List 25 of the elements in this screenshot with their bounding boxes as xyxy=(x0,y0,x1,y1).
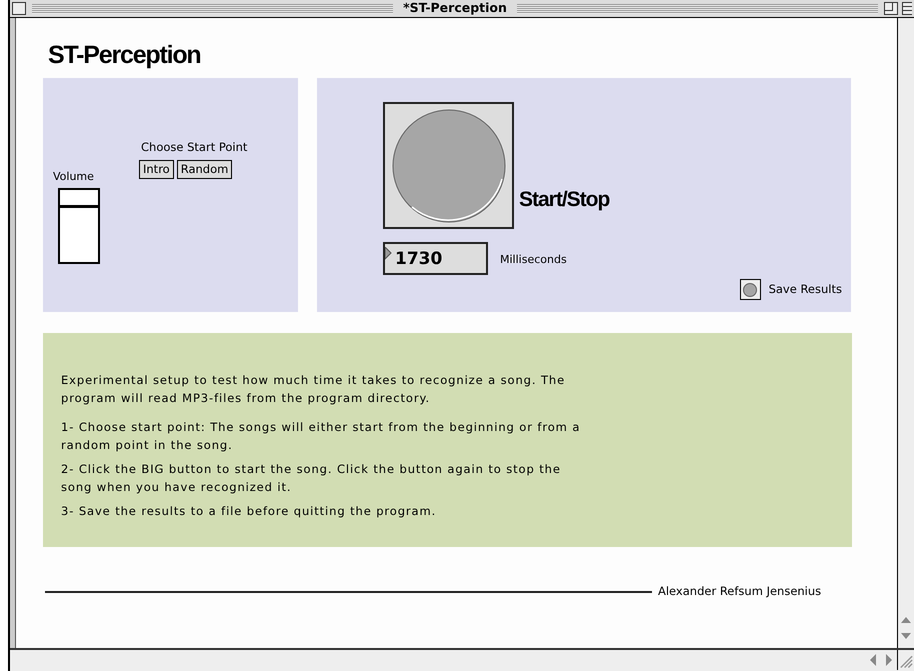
start-point-button[interactable]: Random xyxy=(176,160,232,180)
instruction-step: 3- Save the results to a file before quitting the program. xyxy=(61,502,586,520)
round-button-icon xyxy=(392,108,506,222)
close-box-icon[interactable] xyxy=(12,2,26,15)
author-name: Alexander Refsum Jensenius xyxy=(658,583,822,600)
intro-paragraph: Experimental setup to test how much time it takes to recognize a song. The program will read MP3-files from the program directory. xyxy=(61,372,566,407)
save-results-label: Save Results xyxy=(768,280,842,298)
volume-slider[interactable] xyxy=(58,188,100,264)
collapse-box-icon[interactable] xyxy=(902,2,912,15)
triangle-icon xyxy=(385,247,392,260)
volume-label: Volume xyxy=(53,169,95,185)
start-point-button[interactable]: Intro xyxy=(139,160,174,180)
zoom-box-icon[interactable] xyxy=(884,2,898,15)
round-button-icon xyxy=(743,282,758,296)
start-stop-button[interactable] xyxy=(383,102,514,229)
start-stop-label: Start/Stop xyxy=(519,186,610,212)
start-point-label: Choose Start Point xyxy=(141,139,248,156)
instruction-step: 1- Choose start point: The songs will either start from the beginning or from a random point in the song. xyxy=(61,418,586,454)
window-title: *ST-Perception xyxy=(402,0,508,18)
resize-grip-icon[interactable] xyxy=(897,650,914,670)
app-heading: ST-Perception xyxy=(48,40,202,70)
milliseconds-field[interactable]: 1730 xyxy=(383,242,488,275)
milliseconds-label: Milliseconds xyxy=(500,252,567,268)
save-results-button[interactable] xyxy=(740,279,761,300)
instruction-step: 2- Click the BIG button to start the song. Click the button again to stop the song when you have recognized it. xyxy=(61,460,586,496)
